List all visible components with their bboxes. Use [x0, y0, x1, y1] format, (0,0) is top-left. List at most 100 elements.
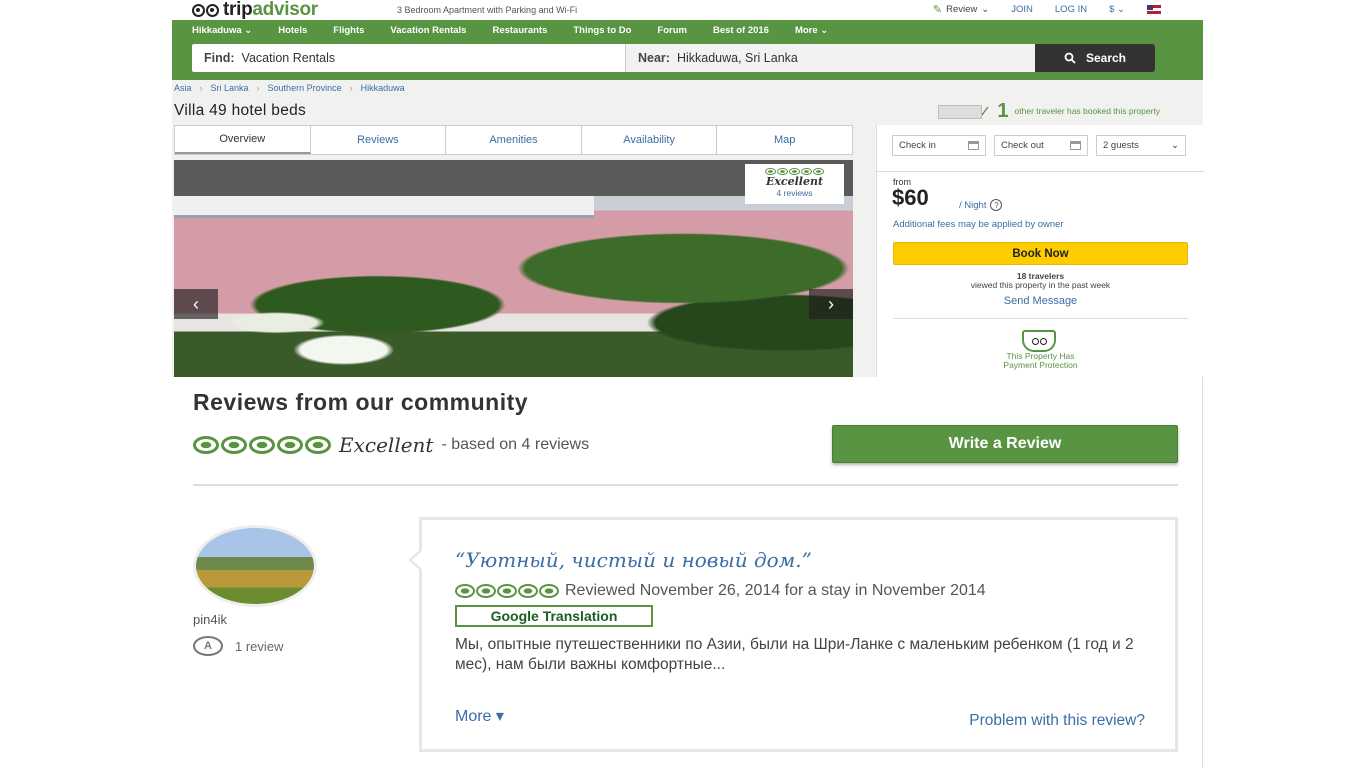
find-value: Vacation Rentals [241, 51, 336, 65]
rating-bubble-icon [277, 436, 303, 454]
divider [893, 318, 1188, 319]
photo-gallery: ‹ › Excellent 4 reviews [174, 160, 853, 377]
checkout-field[interactable]: Check out [994, 135, 1088, 156]
checkin-field[interactable]: Check in [892, 135, 986, 156]
reviews-heading: Reviews from our community [193, 389, 529, 415]
review-menu-label: Review [946, 4, 978, 15]
rating-box[interactable]: Excellent 4 reviews [745, 164, 844, 204]
rating-bubble-icon [789, 168, 800, 175]
book-now-button[interactable]: Book Now [893, 242, 1188, 265]
fees-link[interactable]: Additional fees may be applied by owner [893, 219, 1064, 230]
payment-protection-icon [1022, 330, 1056, 352]
guests-select[interactable]: 2 guests ⌄ [1096, 135, 1186, 156]
join-link[interactable]: JOIN [1011, 4, 1033, 15]
chevron-right-icon: › [828, 293, 834, 314]
near-input[interactable]: Near: Hikkaduwa, Sri Lanka [626, 44, 1035, 72]
nav-items: Hikkaduwa ⌄ Hotels Flights Vacation Rent… [192, 25, 828, 36]
booked-text: other traveler has booked this property [1014, 106, 1161, 116]
rating-bubble-icon [305, 436, 331, 454]
rating-bubble-icon [221, 436, 247, 454]
property-tabs: Overview Reviews Amenities Availability … [174, 125, 853, 155]
nav-item-things-to-do[interactable]: Things to Do [573, 25, 631, 36]
reviewed-date: Reviewed November 26, 2014 for a stay in… [565, 582, 986, 599]
reviewer-badge-icon: A [193, 636, 223, 656]
problem-with-review-link[interactable]: Problem with this review? [969, 712, 1145, 730]
rating-bubbles [745, 168, 844, 175]
rating-bubble-icon [765, 168, 776, 175]
currency-label: $ [1109, 4, 1115, 15]
us-flag-icon[interactable] [1147, 5, 1161, 14]
breadcrumb-hikkaduwa[interactable]: Hikkaduwa [361, 83, 405, 93]
google-translation-badge[interactable]: Google Translation [455, 605, 653, 627]
search-button[interactable]: Search [1035, 44, 1155, 72]
more-link[interactable]: More ▾ [455, 706, 504, 726]
reviewer-username[interactable]: pin4ik [193, 612, 227, 627]
checkout-label: Check out [1001, 140, 1044, 151]
payment-protection-text[interactable]: This Property Has Payment Protection [893, 352, 1188, 370]
nav-item-restaurants[interactable]: Restaurants [492, 25, 547, 36]
tab-reviews[interactable]: Reviews [311, 126, 447, 154]
chevron-down-icon: ⌄ [981, 4, 990, 15]
gallery-next-button[interactable]: › [809, 289, 853, 319]
rating-bubble-icon [193, 436, 219, 454]
search-button-label: Search [1085, 51, 1127, 65]
checkin-label: Check in [899, 140, 936, 151]
avatar[interactable] [193, 525, 317, 607]
near-value: Hikkaduwa, Sri Lanka [676, 51, 798, 65]
breadcrumb-southern-province[interactable]: Southern Province [268, 83, 342, 93]
nav-item-flights[interactable]: Flights [333, 25, 364, 36]
property-header: Asia › Sri Lanka › Southern Province › H… [172, 80, 1204, 377]
rating-bubble-icon [518, 584, 538, 598]
nav-item-hotels[interactable]: Hotels [278, 25, 307, 36]
logo-trip-text: trip [223, 0, 253, 20]
tab-overview[interactable]: Overview [175, 126, 311, 154]
reviews-section: Reviews from our community Excellent - b… [172, 377, 1203, 768]
breadcrumb-sri-lanka[interactable]: Sri Lanka [211, 83, 249, 93]
overall-based: - based on 4 reviews [441, 436, 590, 453]
review-title[interactable]: “Уютный, чистый и новый дом.” [455, 548, 812, 572]
tab-amenities[interactable]: Amenities [446, 126, 582, 154]
help-icon[interactable]: ? [990, 199, 1003, 211]
currency-menu[interactable]: $ ⌄ [1109, 4, 1125, 15]
near-label: Near: [638, 51, 670, 65]
top-links: ✎ Review ⌄ JOIN LOG IN $ ⌄ [933, 3, 1161, 16]
tripadvisor-logo[interactable]: tripadvisor [192, 0, 318, 20]
send-message-link[interactable]: Send Message [893, 295, 1188, 307]
nav-item-forum[interactable]: Forum [657, 25, 687, 36]
rating-bubble-icon [476, 584, 496, 598]
breadcrumb-separator: › [349, 83, 353, 93]
viewed-notice: 18 travelers viewed this property in the… [893, 272, 1188, 290]
breadcrumb-asia[interactable]: Asia [174, 83, 192, 93]
tab-map[interactable]: Map [717, 126, 852, 154]
write-review-button[interactable]: Write a Review [832, 425, 1178, 463]
find-label: Find: [204, 51, 235, 65]
divider [877, 171, 1204, 172]
chevron-left-icon: ‹ [193, 293, 199, 314]
login-link[interactable]: LOG IN [1055, 4, 1087, 15]
review-body: Мы, опытные путешественники по Азии, был… [455, 636, 1134, 673]
overall-word: Excellent [339, 433, 434, 457]
rating-bubble-icon [777, 168, 788, 175]
property-photo [174, 196, 853, 377]
logo-advisor-text: advisor [252, 0, 318, 20]
gallery-prev-button[interactable]: ‹ [174, 289, 218, 319]
nav-item-vacation-rentals[interactable]: Vacation Rentals [390, 25, 466, 36]
guests-label: 2 guests [1103, 140, 1139, 151]
header-tagline: 3 Bedroom Apartment with Parking and Wi-… [397, 5, 578, 15]
review-menu[interactable]: ✎ Review ⌄ [933, 3, 989, 16]
review-card: “Уютный, чистый и новый дом.” Reviewed N… [408, 517, 1178, 752]
nav-item-hikkaduwa[interactable]: Hikkaduwa ⌄ [192, 25, 252, 36]
find-input[interactable]: Find: Vacation Rentals [192, 44, 626, 72]
overall-rating: Excellent - based on 4 reviews [193, 433, 589, 457]
breadcrumb: Asia › Sri Lanka › Southern Province › H… [174, 83, 405, 93]
rating-count: 4 reviews [776, 188, 813, 198]
nav-item-more[interactable]: More ⌄ [795, 25, 828, 36]
rating-bubble-icon [801, 168, 812, 175]
review-meta: Reviewed November 26, 2014 for a stay in… [455, 582, 986, 600]
nav-item-best-of[interactable]: Best of 2016 [713, 25, 769, 36]
divider [193, 484, 1178, 486]
date-row: Check in Check out 2 guests ⌄ [892, 135, 1186, 156]
calendar-icon [1070, 141, 1081, 150]
card-pointer [408, 548, 422, 572]
tab-availability[interactable]: Availability [582, 126, 718, 154]
